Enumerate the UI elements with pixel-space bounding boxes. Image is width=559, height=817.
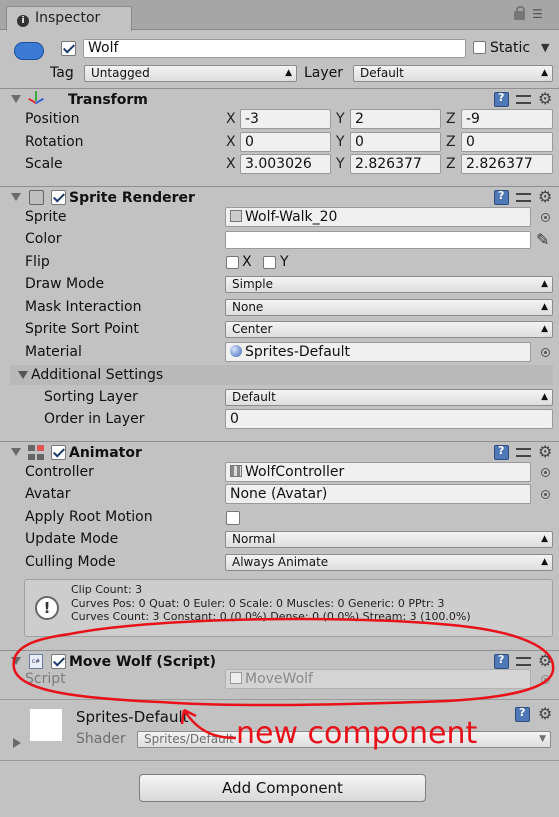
annotation-circle	[12, 617, 555, 707]
annotation-overlay	[12, 617, 555, 740]
annotation-text: new component	[236, 716, 478, 751]
annotation-arrow	[180, 708, 237, 740]
